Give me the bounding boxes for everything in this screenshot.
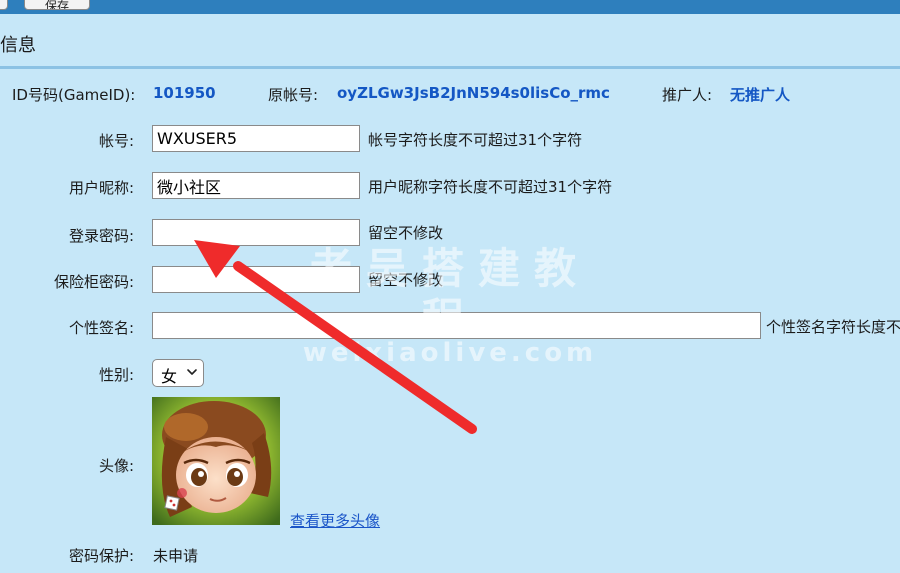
account-hint: 帐号字符长度不可超过31个字符 [368,131,583,149]
avatar-image [152,397,280,525]
nickname-label: 用户昵称: [68,179,134,197]
save-button[interactable]: 保存 [24,0,90,10]
section-title: 信息 [0,35,36,56]
account-input[interactable] [152,125,360,152]
section-divider [0,66,900,69]
gender-select[interactable]: 女 [152,359,204,387]
login-password-hint: 留空不修改 [368,224,444,242]
account-edit-page: 保存 信息 ID号码(GameID): 101950 原帐号: oyZLGw3J… [0,0,900,573]
more-avatars-link[interactable]: 查看更多头像 [290,510,380,531]
referrer-value: 无推广人 [730,86,791,104]
vault-password-label: 保险柜密码: [53,273,134,291]
watermark-url: weixiaolive.com [302,338,598,368]
avatar-label: 头像: [98,457,134,475]
login-password-label: 登录密码: [68,227,134,245]
chevron-down-icon [187,369,197,375]
signature-input[interactable] [152,312,761,339]
nickname-input[interactable] [152,172,360,199]
login-password-input[interactable] [152,219,360,246]
signature-label: 个性签名: [68,319,134,337]
watermark: 老吴搭建教程 weixiaolive.com [300,244,600,368]
gender-label: 性别: [98,366,134,384]
password-protection-label: 密码保护: [68,547,134,565]
account-label: 帐号: [98,132,134,150]
nickname-hint: 用户昵称字符长度不可超过31个字符 [368,178,613,196]
password-protection-value: 未申请 [153,547,199,565]
original-account-label: 原帐号: [268,86,319,104]
vault-password-input[interactable] [152,266,360,293]
signature-hint: 个性签名字符长度不 [766,318,900,336]
original-account-value: oyZLGw3JsB2JnN594s0lisCo_rmc [337,84,610,102]
vault-password-hint: 留空不修改 [368,271,444,289]
game-id-label: ID号码(GameID): [12,86,136,104]
referrer-label: 推广人: [662,86,713,104]
gender-selected-value: 女 [161,367,178,386]
top-toolbar [0,0,900,14]
toolbar-left-button[interactable] [0,0,8,10]
game-id-value: 101950 [153,84,216,102]
